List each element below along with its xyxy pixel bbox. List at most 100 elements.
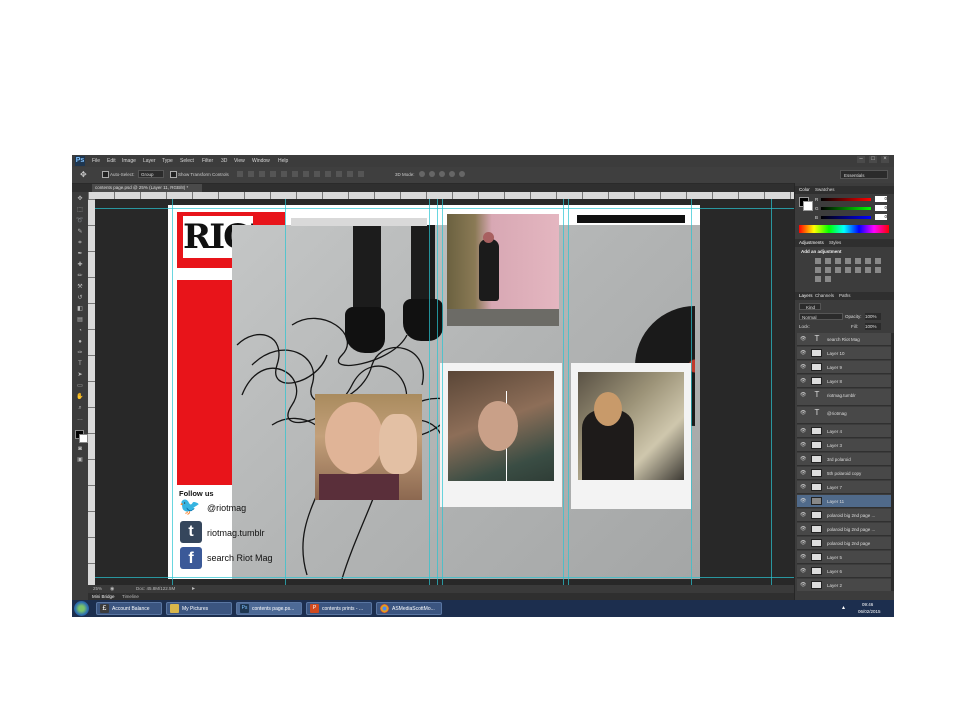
move-tool-icon[interactable]: ✥ <box>76 196 84 203</box>
channel-g-slider[interactable] <box>821 207 871 210</box>
fill-value[interactable]: 100% <box>865 323 881 330</box>
distribute-bottom-icon[interactable] <box>325 171 331 177</box>
photo-filter-icon[interactable] <box>825 267 831 273</box>
channel-r-value[interactable]: 0 <box>875 196 887 202</box>
channel-b-slider[interactable] <box>821 216 871 219</box>
levels-icon[interactable] <box>825 258 831 264</box>
3d-roll-icon[interactable] <box>429 171 435 177</box>
layers-scrollbar[interactable] <box>891 333 894 591</box>
exposure-icon[interactable] <box>845 258 851 264</box>
status-arrow-icon[interactable]: ▸ <box>192 585 195 592</box>
layer-row[interactable]: 👁 Layer 3 <box>797 439 891 452</box>
screen-mode-icon[interactable]: ▣ <box>76 457 84 464</box>
tab-adjustments[interactable]: Adjustments <box>799 240 824 245</box>
type-tool-icon[interactable]: T <box>76 361 84 368</box>
red-sidebar[interactable] <box>177 280 232 485</box>
taskbar-item-my-pictures[interactable]: My Pictures <box>166 602 232 615</box>
dodge-tool-icon[interactable]: ● <box>76 339 84 346</box>
tab-timeline[interactable]: Timeline <box>122 594 139 599</box>
layer-row[interactable]: 👁 Layer 4 <box>797 425 891 438</box>
quick-select-tool-icon[interactable]: ✎ <box>76 229 84 236</box>
3d-slide-icon[interactable] <box>449 171 455 177</box>
menu-help[interactable]: Help <box>278 158 288 164</box>
menu-edit[interactable]: Edit <box>107 158 116 164</box>
layer-row-selected[interactable]: 👁 Layer 11 <box>797 495 891 508</box>
hand-tool-icon[interactable]: ✋ <box>76 394 84 401</box>
blend-mode-dropdown[interactable]: Normal <box>799 313 843 320</box>
visibility-eye-icon[interactable]: 👁 <box>800 582 806 588</box>
visibility-eye-icon[interactable]: 👁 <box>800 498 806 504</box>
channel-b-value[interactable]: 0 <box>875 214 887 220</box>
layer-row[interactable]: 👁 5th polaroid copy <box>797 467 891 480</box>
selective-color-icon[interactable] <box>825 276 831 282</box>
menu-window[interactable]: Window <box>252 158 270 164</box>
menu-select[interactable]: Select <box>180 158 194 164</box>
shape-tool-icon[interactable]: ▭ <box>76 383 84 390</box>
path-select-tool-icon[interactable]: ➤ <box>76 372 84 379</box>
taskbar-item-chrome[interactable]: ASMediaScottMo... <box>376 602 442 615</box>
tab-mini-bridge[interactable]: Mini Bridge <box>92 594 115 599</box>
tab-swatches[interactable]: Swatches <box>815 187 835 192</box>
taskbar-item-photoshop[interactable]: Ps contents page.ps... <box>236 602 302 615</box>
layer-row[interactable]: 👁 Layer 5 <box>797 551 891 564</box>
minimize-button[interactable]: – <box>857 156 865 163</box>
zoom-level[interactable]: 25% <box>93 586 102 591</box>
tab-layers[interactable]: Layers <box>799 293 813 298</box>
polaroid-window[interactable] <box>571 363 691 509</box>
threshold-icon[interactable] <box>875 267 881 273</box>
visibility-eye-icon[interactable]: 👁 <box>800 350 806 356</box>
menu-3d[interactable]: 3D <box>221 158 227 164</box>
black-white-icon[interactable] <box>815 267 821 273</box>
menu-layer[interactable]: Layer <box>143 158 156 164</box>
color-spectrum-bar[interactable] <box>799 225 889 233</box>
distribute-right-icon[interactable] <box>358 171 364 177</box>
visibility-eye-icon[interactable]: 👁 <box>800 526 806 532</box>
gradient-map-icon[interactable] <box>815 276 821 282</box>
visibility-eye-icon[interactable]: 👁 <box>800 336 806 342</box>
layer-row[interactable]: 👁 Layer 10 <box>797 347 891 360</box>
opacity-value[interactable]: 100% <box>865 313 881 320</box>
visibility-eye-icon[interactable]: 👁 <box>800 512 806 518</box>
visibility-eye-icon[interactable]: 👁 <box>800 540 806 546</box>
healing-tool-icon[interactable]: ✚ <box>76 262 84 269</box>
tray-arrow-icon[interactable]: ▴ <box>842 604 845 611</box>
visibility-eye-icon[interactable]: 👁 <box>800 470 806 476</box>
menu-type[interactable]: Type <box>162 158 173 164</box>
color-bg-swatch[interactable] <box>803 201 813 211</box>
brightness-contrast-icon[interactable] <box>815 258 821 264</box>
visibility-eye-icon[interactable]: 👁 <box>800 456 806 462</box>
auto-select-checkbox[interactable] <box>102 171 109 178</box>
more-tools-icon[interactable]: … <box>76 416 84 423</box>
layer-row[interactable]: 👁 Layer 9 <box>797 361 891 374</box>
distribute-left-icon[interactable] <box>336 171 342 177</box>
brush-tool-icon[interactable]: ✏ <box>76 273 84 280</box>
canvas-area[interactable]: RIOT <box>95 199 794 585</box>
posterize-icon[interactable] <box>865 267 871 273</box>
tab-styles[interactable]: Styles <box>829 240 841 245</box>
auto-select-dropdown[interactable]: Group <box>138 170 164 178</box>
visibility-eye-icon[interactable]: 👁 <box>800 554 806 560</box>
visibility-eye-icon[interactable]: 👁 <box>800 378 806 384</box>
maximize-button[interactable]: □ <box>869 156 877 163</box>
eyedropper-tool-icon[interactable]: ✒ <box>76 251 84 258</box>
photo-pink-wall[interactable] <box>447 214 559 326</box>
channel-mixer-icon[interactable] <box>835 267 841 273</box>
layer-row[interactable]: 👁 Tsearch Riot Mag <box>797 333 891 346</box>
visibility-eye-icon[interactable]: 👁 <box>800 442 806 448</box>
align-top-icon[interactable] <box>237 171 243 177</box>
taskbar-item-powerpoint[interactable]: Pcontents prints - ... <box>306 602 372 615</box>
lasso-tool-icon[interactable]: ➰ <box>76 218 84 225</box>
layer-row[interactable]: 👁 T @riotmag <box>797 407 891 424</box>
layer-row[interactable]: 👁 Layer 6 <box>797 565 891 578</box>
distribute-vcenter-icon[interactable] <box>314 171 320 177</box>
3d-rotate-icon[interactable] <box>419 171 425 177</box>
marquee-tool-icon[interactable]: ⬚ <box>76 207 84 214</box>
visibility-eye-icon[interactable]: 👁 <box>800 428 806 434</box>
history-brush-tool-icon[interactable]: ↺ <box>76 295 84 302</box>
layer-row[interactable]: 👁 Layer 7 <box>797 481 891 494</box>
hue-saturation-icon[interactable] <box>865 258 871 264</box>
layer-row[interactable]: 👁 polaroid big 2nd page ... <box>797 523 891 536</box>
distribute-hcenter-icon[interactable] <box>347 171 353 177</box>
crop-tool-icon[interactable]: ⌗ <box>76 240 84 247</box>
clock-date[interactable]: 06/02/2015 <box>858 609 881 614</box>
